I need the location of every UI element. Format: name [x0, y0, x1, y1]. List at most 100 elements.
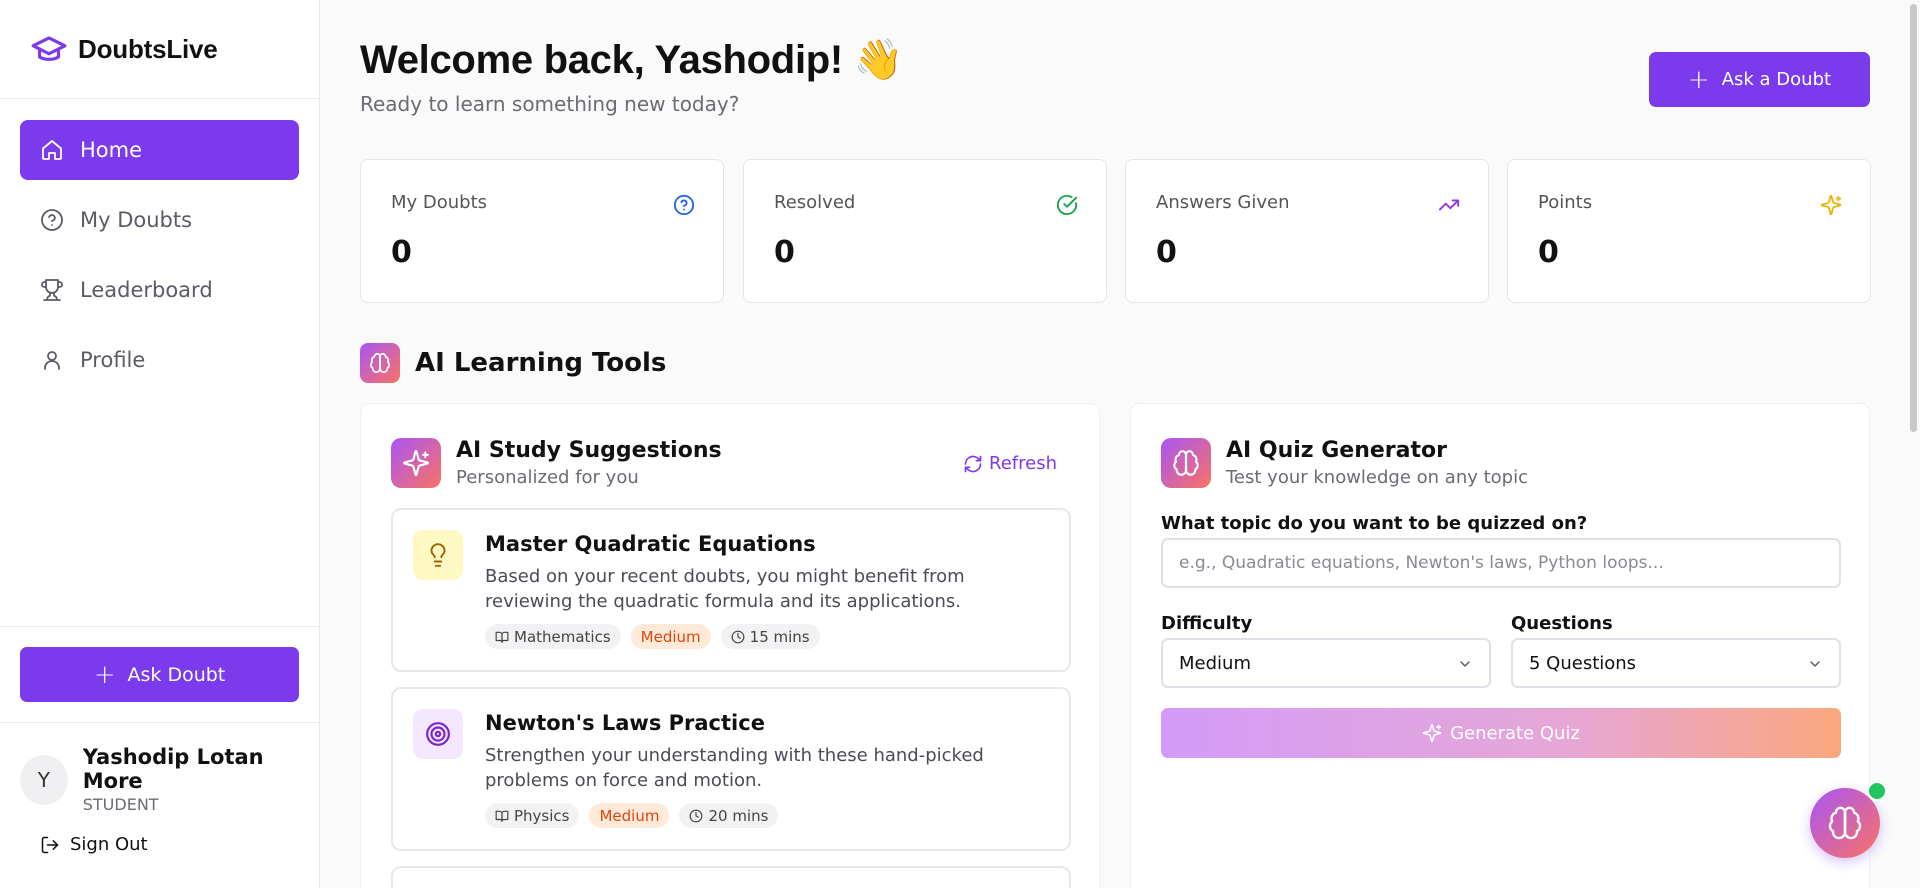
suggestion-tags: Mathematics Medium 15 mins: [485, 624, 830, 649]
clock-icon: [690, 809, 703, 822]
quiz-title: AI Quiz Generator: [1226, 438, 1447, 463]
quiz-header: AI Quiz Generator Test your knowledge on…: [1161, 438, 1528, 488]
suggestion-title: Newton's Laws Practice: [485, 711, 765, 735]
stat-value: 0: [1538, 235, 1559, 270]
duration-tag: 15 mins: [720, 624, 820, 649]
sparkles-icon: [1820, 194, 1842, 216]
main-content: Welcome back, Yashodip! 👋 Ready to learn…: [320, 0, 1920, 888]
brand[interactable]: DoubtsLive: [0, 0, 319, 99]
sidebar-nav: Home My Doubts Leaderboard Profile: [0, 99, 319, 390]
suggestions-title: AI Study Suggestions: [456, 438, 722, 463]
stat-label: Points: [1538, 192, 1593, 213]
sidebar-item-profile[interactable]: Profile: [20, 330, 299, 390]
ai-quiz-generator-card: AI Quiz Generator Test your knowledge on…: [1130, 403, 1870, 888]
sidebar-item-label: Profile: [80, 348, 146, 372]
chevron-down-icon: [1810, 661, 1820, 667]
suggestion-description: Strengthen your understanding with these…: [485, 745, 984, 791]
sidebar-item-home[interactable]: Home: [20, 120, 299, 180]
sparkles-icon: [1422, 723, 1442, 743]
home-icon: [42, 140, 62, 160]
trending-up-icon: [1438, 199, 1460, 211]
ai-study-suggestions-card: AI Study Suggestions Personalized for yo…: [360, 403, 1100, 888]
ask-a-doubt-label: Ask a Doubt: [1721, 69, 1832, 90]
user-area: Y Yashodip Lotan More STUDENT Sign Out: [0, 722, 319, 855]
sign-out-button[interactable]: Sign Out: [0, 814, 319, 855]
sidebar-item-label: My Doubts: [80, 208, 193, 232]
help-circle-icon: [41, 209, 63, 231]
brain-icon: [1828, 806, 1862, 840]
brain-icon: [1161, 438, 1211, 488]
stat-label: My Doubts: [391, 192, 488, 213]
user-role: STUDENT: [82, 795, 159, 814]
suggestion-item[interactable]: Master Quadratic Equations Based on your…: [391, 508, 1071, 672]
stat-card-my-doubts: My Doubts 0: [360, 159, 724, 303]
stat-label: Resolved: [774, 192, 856, 213]
duration-label: 15 mins: [749, 627, 810, 646]
duration-tag: 20 mins: [679, 803, 779, 828]
sidebar-footer: + Ask Doubt: [0, 626, 319, 702]
duration-label: 20 mins: [708, 806, 769, 825]
plus-icon: +: [93, 659, 116, 690]
chevron-down-icon: [1460, 661, 1470, 667]
suggestion-description: Based on your recent doubts, you might b…: [485, 566, 965, 612]
difficulty-tag: Medium: [589, 803, 670, 828]
sign-out-label: Sign Out: [70, 834, 148, 855]
user-card[interactable]: Y Yashodip Lotan More STUDENT: [0, 723, 319, 814]
subject-tag: Mathematics: [485, 624, 621, 649]
generate-quiz-button[interactable]: Generate Quiz: [1161, 708, 1841, 758]
stat-card-answers-given: Answers Given 0: [1125, 159, 1489, 303]
refresh-button[interactable]: Refresh: [963, 453, 1057, 474]
brand-name: DoubtsLive: [78, 33, 218, 64]
plus-icon: +: [1687, 64, 1710, 95]
difficulty-tag: Medium: [630, 624, 711, 649]
questions-select[interactable]: 5 Questions: [1511, 638, 1841, 688]
suggestion-item[interactable]: Newton's Laws Practice Strengthen your u…: [391, 687, 1071, 851]
page-title: Welcome back, Yashodip! 👋: [360, 38, 904, 82]
stat-card-resolved: Resolved 0: [743, 159, 1107, 303]
suggestions-subtitle: Personalized for you: [456, 467, 639, 488]
log-out-icon: [41, 836, 59, 853]
sidebar-item-leaderboard[interactable]: Leaderboard: [20, 260, 299, 320]
online-status-dot: [1867, 781, 1887, 801]
stat-value: 0: [391, 235, 412, 270]
suggestion-item[interactable]: [391, 866, 1071, 888]
scrollbar-thumb[interactable]: [1910, 4, 1917, 432]
sidebar-item-label: Home: [80, 138, 143, 162]
stat-value: 0: [774, 235, 795, 270]
ask-doubt-label: Ask Doubt: [127, 663, 226, 686]
questions-value: 5 Questions: [1529, 652, 1637, 674]
refresh-label: Refresh: [989, 453, 1057, 474]
difficulty-value: Medium: [1179, 652, 1251, 674]
subject-tag: Physics: [485, 803, 580, 828]
suggestion-title: Master Quadratic Equations: [485, 532, 816, 556]
check-circle-icon: [1056, 194, 1078, 215]
quiz-subtitle: Test your knowledge on any topic: [1226, 467, 1529, 488]
lightbulb-icon: [413, 530, 463, 580]
suggestions-header: AI Study Suggestions Personalized for yo…: [391, 438, 722, 488]
ai-tools-heading: AI Learning Tools: [360, 343, 666, 383]
sidebar: DoubtsLive Home My Doubts Leaderboard Pr…: [0, 0, 320, 888]
sidebar-item-my-doubts[interactable]: My Doubts: [20, 190, 299, 250]
brain-icon: [360, 343, 400, 383]
stat-value: 0: [1156, 235, 1177, 270]
difficulty-select[interactable]: Medium: [1161, 638, 1491, 688]
topic-input[interactable]: [1161, 538, 1841, 588]
trophy-icon: [41, 279, 63, 301]
user-name: Yashodip Lotan More: [82, 745, 264, 793]
stat-label: Answers Given: [1156, 192, 1290, 213]
page-subtitle: Ready to learn something new today?: [360, 92, 740, 116]
clock-icon: [731, 630, 745, 643]
graduation-cap-icon: [31, 36, 67, 61]
ask-a-doubt-button[interactable]: + Ask a Doubt: [1649, 52, 1870, 107]
book-icon: [495, 810, 509, 822]
questions-label: Questions: [1511, 613, 1613, 634]
sparkles-icon: [391, 438, 441, 488]
ask-doubt-button[interactable]: + Ask Doubt: [20, 647, 299, 702]
suggestion-tags: Physics Medium 20 mins: [485, 803, 788, 828]
target-icon: [413, 709, 463, 759]
ai-tools-title: AI Learning Tools: [415, 348, 667, 378]
sidebar-item-label: Leaderboard: [80, 278, 213, 302]
stat-card-points: Points 0: [1507, 159, 1871, 303]
subject-label: Physics: [514, 806, 570, 825]
difficulty-label: Difficulty: [1161, 613, 1253, 634]
